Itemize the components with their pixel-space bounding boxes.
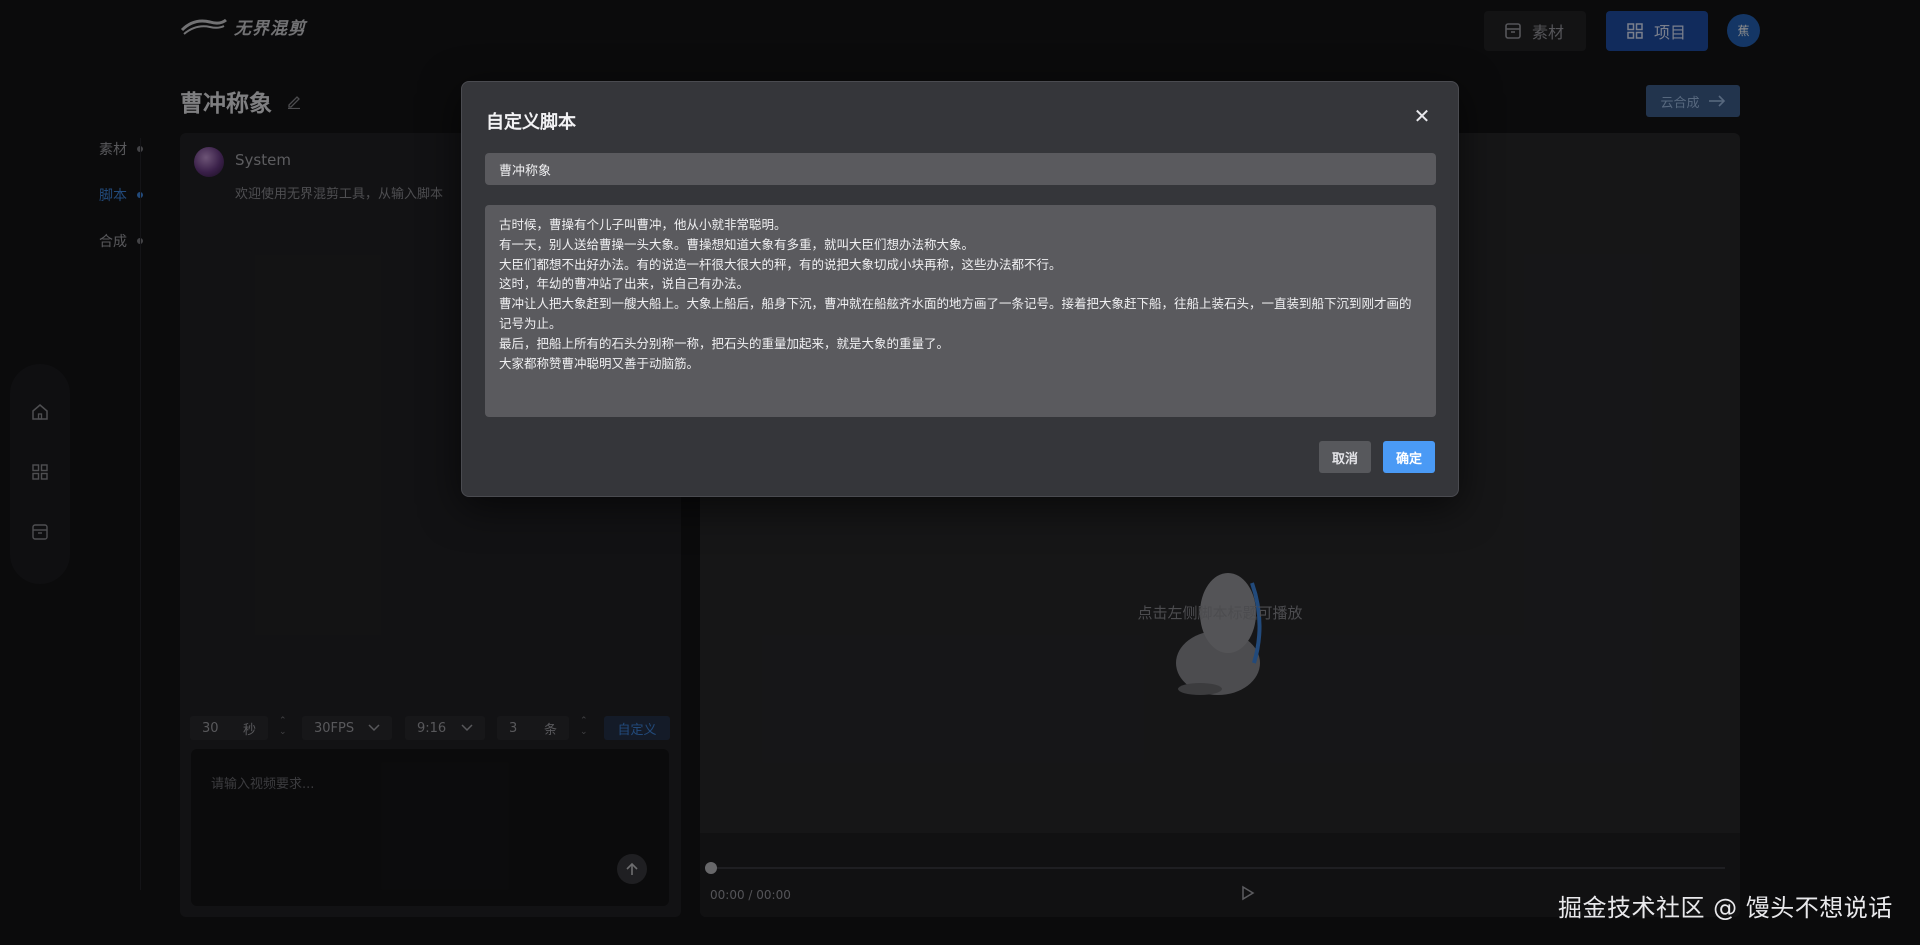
script-line: 这时，年幼的曹冲站了出来，说自己有办法。	[499, 276, 750, 292]
watermark: 掘金技术社区 @ 馒头不想说话	[1558, 894, 1893, 922]
dialog-title: 自定义脚本	[486, 112, 576, 133]
custom-script-dialog: 自定义脚本 ✕ 曹冲称象 古时候，曹操有个儿子叫曹冲，他从小就非常聪明。 有一天…	[461, 81, 1459, 497]
script-line: 大臣们都想不出好办法。有的说造一杆很大很大的秤，有的说把大象切成小块再称，这些办…	[499, 256, 1062, 272]
close-icon[interactable]: ✕	[1412, 106, 1432, 126]
script-textarea[interactable]: 古时候，曹操有个儿子叫曹冲，他从小就非常聪明。 有一天，别人送给曹操一头大象。曹…	[485, 205, 1436, 417]
script-line: 有一天，别人送给曹操一头大象。曹操想知道大象有多重，就叫大臣们想办法称大象。	[499, 236, 975, 252]
script-title-input[interactable]: 曹冲称象	[485, 153, 1436, 185]
script-line: 大家都称赞曹冲聪明又善于动脑筋。	[499, 355, 700, 371]
cancel-button[interactable]: 取消	[1319, 441, 1371, 473]
script-line: 古时候，曹操有个儿子叫曹冲，他从小就非常聪明。	[499, 217, 787, 232]
confirm-button[interactable]: 确定	[1383, 441, 1435, 473]
script-line: 曹冲让人把大象赶到一艘大船上。大象上船后，船身下沉，曹冲就在船舷齐水面的地方画了…	[499, 296, 1412, 331]
script-line: 最后，把船上所有的石头分别称一称，把石头的重量加起来，就是大象的重量了。	[499, 335, 950, 351]
